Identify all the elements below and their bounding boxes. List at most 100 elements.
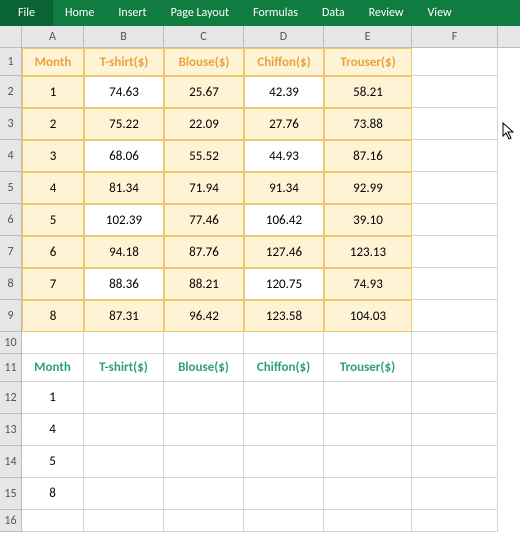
cell[interactable]: 5 [22, 446, 84, 478]
col-header-e[interactable]: E [324, 26, 412, 47]
cell[interactable]: 8 [22, 300, 84, 332]
row-header[interactable]: 1 [0, 48, 22, 76]
cell[interactable]: 77.46 [164, 204, 244, 236]
cell[interactable]: 92.99 [324, 172, 412, 204]
ribbon-tab-formulas[interactable]: Formulas [241, 0, 310, 26]
cell[interactable] [84, 478, 164, 510]
cell[interactable] [164, 446, 244, 478]
cell[interactable] [412, 48, 498, 76]
cell[interactable]: T-shirt($) [84, 48, 164, 76]
row-header[interactable]: 6 [0, 204, 22, 236]
cell[interactable]: 127.46 [244, 236, 324, 268]
row-header[interactable]: 4 [0, 140, 22, 172]
ribbon-file[interactable]: File [0, 0, 53, 26]
row-header[interactable]: 8 [0, 268, 22, 300]
cell[interactable]: 104.03 [324, 300, 412, 332]
cell[interactable]: Trouser($) [324, 48, 412, 76]
cell[interactable] [244, 414, 324, 446]
cell[interactable] [324, 414, 412, 446]
cell[interactable]: 87.76 [164, 236, 244, 268]
cell[interactable] [84, 414, 164, 446]
cell[interactable] [324, 478, 412, 510]
row-header[interactable]: 15 [0, 478, 22, 510]
cell[interactable]: 68.06 [84, 140, 164, 172]
cell[interactable] [324, 510, 412, 532]
row-header[interactable]: 13 [0, 414, 22, 446]
cell[interactable] [412, 108, 498, 140]
cell[interactable] [412, 140, 498, 172]
cell[interactable]: 7 [22, 268, 84, 300]
cell[interactable]: 6 [22, 236, 84, 268]
cell[interactable] [324, 446, 412, 478]
cell[interactable]: 91.34 [244, 172, 324, 204]
cell[interactable]: 55.52 [164, 140, 244, 172]
cell[interactable]: 4 [22, 172, 84, 204]
cell[interactable]: 2 [22, 108, 84, 140]
cell[interactable]: T-shirt($) [84, 354, 164, 382]
row-header[interactable]: 12 [0, 382, 22, 414]
row-header[interactable]: 11 [0, 354, 22, 382]
row-header[interactable]: 3 [0, 108, 22, 140]
cell[interactable]: 102.39 [84, 204, 164, 236]
ribbon-tab-view[interactable]: View [416, 0, 464, 26]
cell[interactable] [412, 172, 498, 204]
cell[interactable] [164, 510, 244, 532]
cell[interactable]: 3 [22, 140, 84, 172]
cell[interactable]: 22.09 [164, 108, 244, 140]
cell[interactable]: Trouser($) [324, 354, 412, 382]
cell[interactable] [412, 300, 498, 332]
row-header[interactable]: 2 [0, 76, 22, 108]
cell[interactable]: 88.36 [84, 268, 164, 300]
row-header[interactable]: 7 [0, 236, 22, 268]
row-header[interactable]: 10 [0, 332, 22, 354]
cell[interactable] [412, 382, 498, 414]
cell[interactable] [84, 382, 164, 414]
cell[interactable] [324, 332, 412, 354]
cell[interactable]: 73.88 [324, 108, 412, 140]
cell[interactable]: 71.94 [164, 172, 244, 204]
cell[interactable]: 25.67 [164, 76, 244, 108]
col-header-a[interactable]: A [22, 26, 84, 47]
cell[interactable]: Chiffon($) [244, 354, 324, 382]
col-header-d[interactable]: D [244, 26, 324, 47]
cell[interactable] [164, 414, 244, 446]
ribbon-tab-insert[interactable]: Insert [106, 0, 158, 26]
cell[interactable]: 4 [22, 414, 84, 446]
cell[interactable] [412, 478, 498, 510]
cell[interactable]: 94.18 [84, 236, 164, 268]
cell[interactable]: 75.22 [84, 108, 164, 140]
cell[interactable] [244, 478, 324, 510]
cell[interactable] [84, 510, 164, 532]
ribbon-tab-data[interactable]: Data [310, 0, 357, 26]
cell[interactable]: 27.76 [244, 108, 324, 140]
cell[interactable] [412, 236, 498, 268]
cell[interactable]: 44.93 [244, 140, 324, 172]
cell[interactable]: Blouse($) [164, 48, 244, 76]
cell[interactable]: 74.63 [84, 76, 164, 108]
cell[interactable]: 123.13 [324, 236, 412, 268]
cell[interactable] [412, 354, 498, 382]
cell[interactable] [412, 510, 498, 532]
cell[interactable] [412, 446, 498, 478]
ribbon-tab-review[interactable]: Review [357, 0, 416, 26]
cell[interactable] [244, 446, 324, 478]
ribbon-tab-page-layout[interactable]: Page Layout [159, 0, 241, 26]
row-header[interactable]: 14 [0, 446, 22, 478]
cell[interactable]: 106.42 [244, 204, 324, 236]
cell[interactable] [164, 478, 244, 510]
cell[interactable] [244, 332, 324, 354]
cell[interactable]: 5 [22, 204, 84, 236]
cell[interactable]: Chiffon($) [244, 48, 324, 76]
cell[interactable] [324, 382, 412, 414]
cell[interactable] [22, 332, 84, 354]
cell[interactable]: 1 [22, 76, 84, 108]
col-header-c[interactable]: C [164, 26, 244, 47]
cell[interactable]: 123.58 [244, 300, 324, 332]
cell[interactable] [244, 510, 324, 532]
cell[interactable]: 42.39 [244, 76, 324, 108]
cell[interactable]: 74.93 [324, 268, 412, 300]
cell[interactable]: Blouse($) [164, 354, 244, 382]
cell[interactable]: 8 [22, 478, 84, 510]
cell[interactable]: 39.10 [324, 204, 412, 236]
cell[interactable] [164, 332, 244, 354]
